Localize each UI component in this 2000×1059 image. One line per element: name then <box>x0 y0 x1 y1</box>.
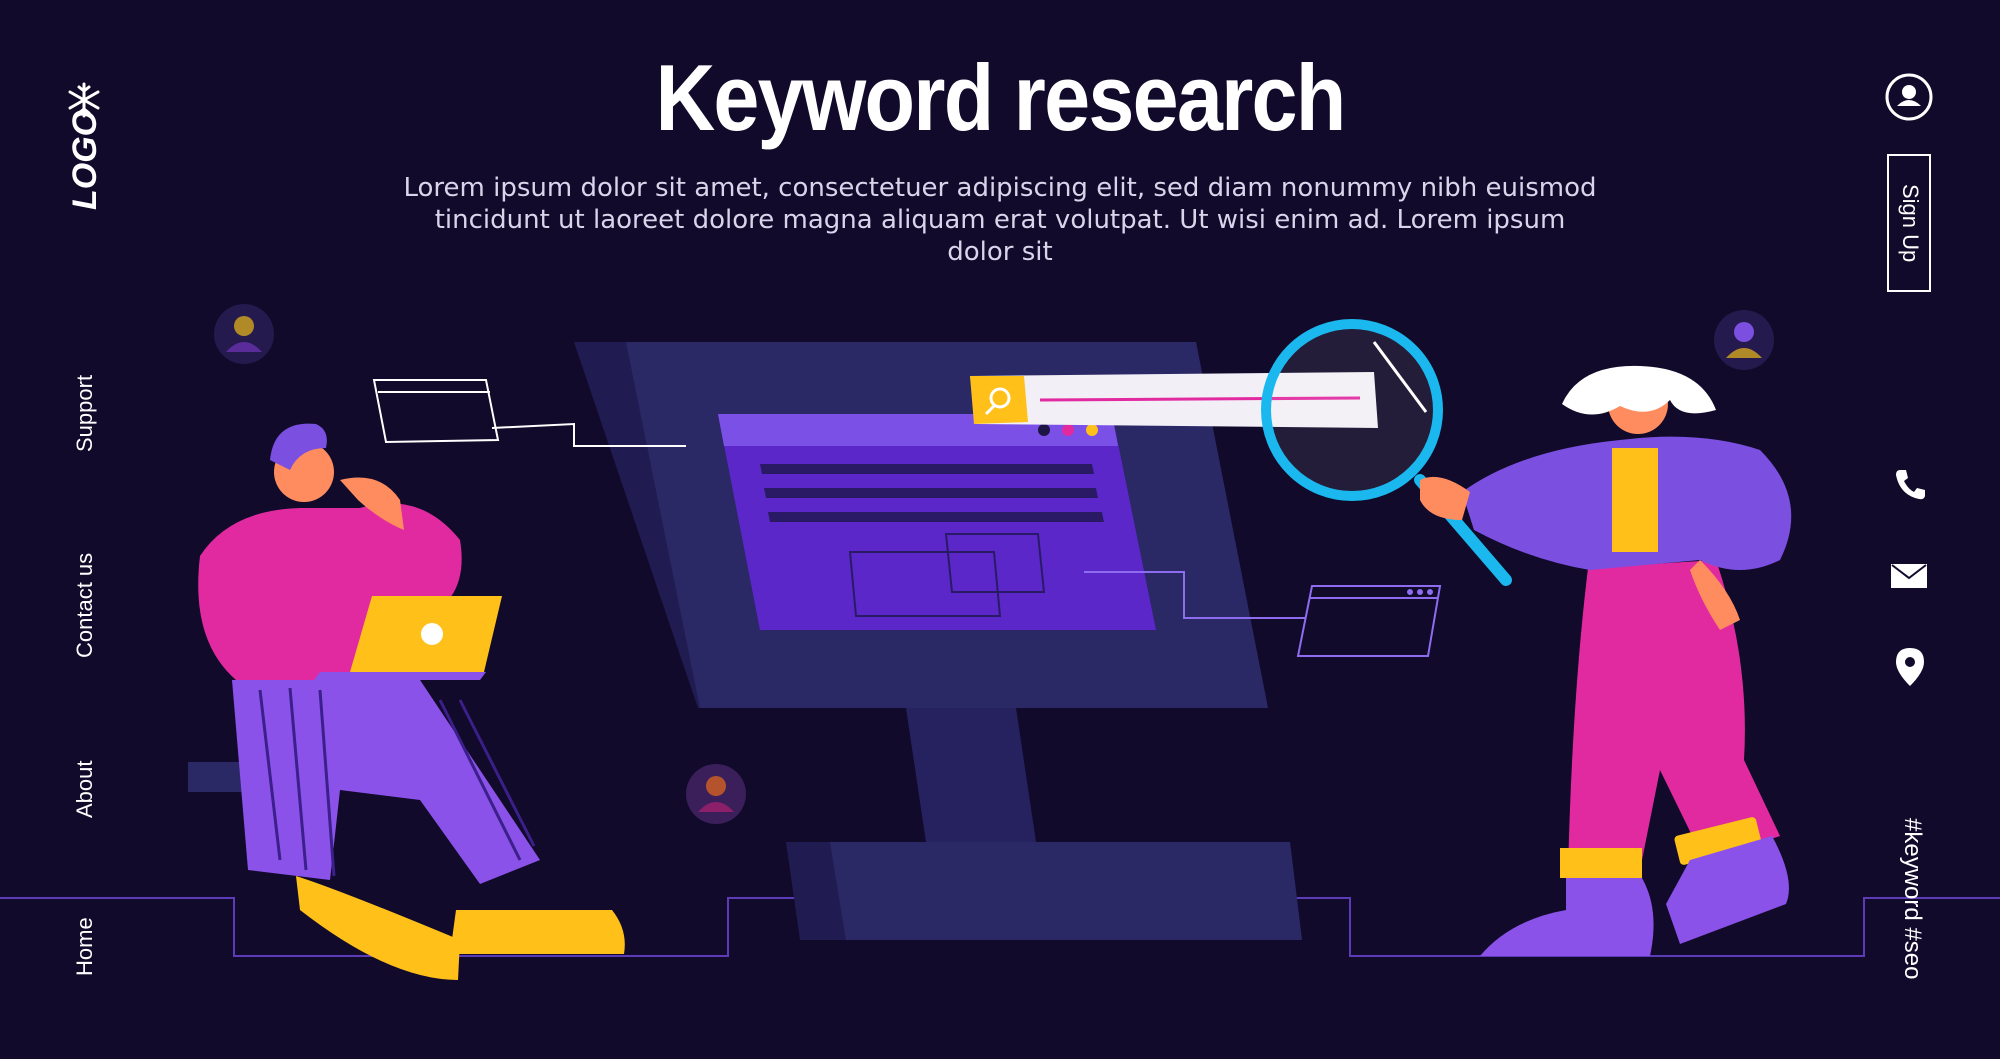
nav-item-contact-us[interactable]: Contact us <box>72 553 98 658</box>
person-with-laptop <box>188 423 625 980</box>
keyword-research-illustration <box>0 304 2000 980</box>
sign-up-label: Sign Up <box>1898 184 1923 263</box>
magnifying-glass <box>1261 319 1512 586</box>
user-icon[interactable] <box>1884 72 1934 122</box>
avatar-circle-right <box>1714 310 1774 370</box>
sign-up-button[interactable]: Sign Up <box>1887 154 1931 292</box>
subtitle-line-1: Lorem ipsum dolor sit amet, consectetuer… <box>403 173 1597 203</box>
monitor <box>574 342 1302 940</box>
page-title: Keyword research <box>655 45 1346 150</box>
nav-item-home[interactable]: Home <box>72 917 98 976</box>
person-with-magnifier <box>1420 365 1792 956</box>
subtitle-line-2: tincidunt ut laoreet dolore magna aliqua… <box>434 205 1566 267</box>
mail-icon[interactable] <box>1890 562 1928 590</box>
logo[interactable]: LOGO <box>66 110 105 210</box>
landing-page: Keyword research Lorem ipsum dolor sit a… <box>0 0 2000 1059</box>
nav-item-support[interactable]: Support <box>72 375 98 452</box>
avatar-circle-left <box>214 304 274 364</box>
location-pin-icon[interactable] <box>1894 646 1926 688</box>
page-subtitle: Lorem ipsum dolor sit amet, consectetuer… <box>400 172 1600 268</box>
nav-item-about[interactable]: About <box>72 761 98 819</box>
hashtags: #keyword #seo <box>1899 818 1926 980</box>
phone-icon[interactable] <box>1892 466 1928 502</box>
avatar-circle-middle <box>686 764 746 824</box>
